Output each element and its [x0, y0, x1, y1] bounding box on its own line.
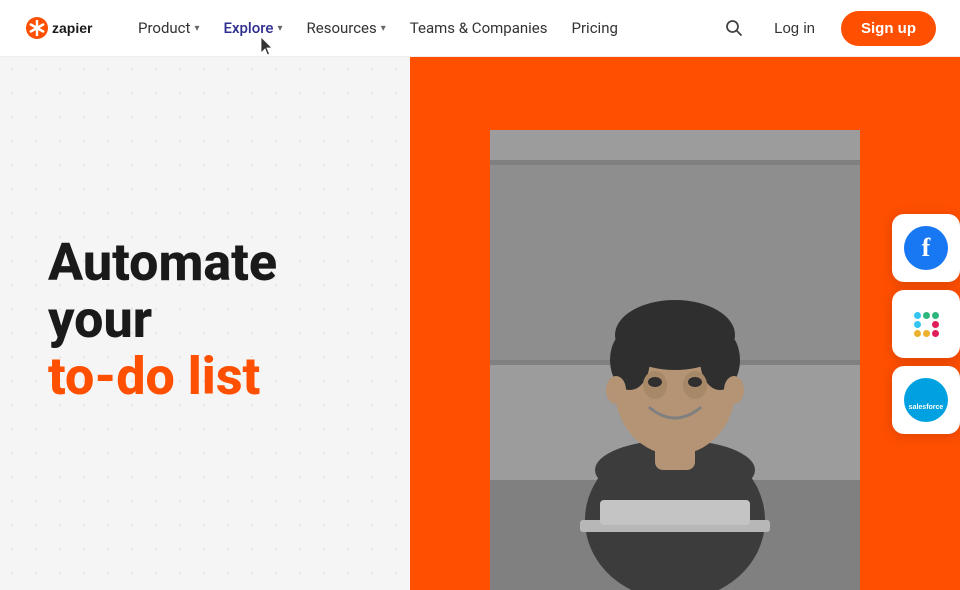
slack-icon — [904, 302, 948, 346]
login-button[interactable]: Log in — [764, 14, 825, 43]
hero-left: Automate your to-do list — [0, 57, 410, 590]
hero-section: Automate your to-do list — [0, 57, 960, 590]
hero-image — [490, 130, 860, 590]
nav-item-pricing[interactable]: Pricing — [562, 13, 628, 43]
app-icon-cards: f — [892, 214, 960, 434]
nav-links: Product ▾ Explore ▾ Resources ▾ Teams & … — [128, 13, 720, 43]
hero-headline-line1: Automate your — [48, 232, 277, 350]
hero-right: f — [410, 57, 960, 590]
person-photo-svg — [490, 130, 860, 590]
salesforce-icon-card: salesforce — [892, 366, 960, 434]
product-chevron-icon: ▾ — [194, 23, 199, 34]
search-icon — [724, 18, 744, 38]
facebook-icon-card: f — [892, 214, 960, 282]
nav-item-product[interactable]: Product ▾ — [128, 13, 209, 43]
cursor-icon — [260, 36, 276, 58]
svg-text:zapier: zapier — [52, 20, 93, 36]
svg-text:salesforce: salesforce — [909, 404, 944, 411]
explore-chevron-icon: ▾ — [277, 23, 282, 34]
logo[interactable]: zapier — [24, 14, 96, 42]
hero-headline: Automate your to-do list — [48, 234, 370, 406]
nav-item-teams[interactable]: Teams & Companies — [400, 13, 558, 43]
hero-headline-line2: to-do list — [48, 346, 260, 407]
nav-item-resources[interactable]: Resources ▾ — [297, 13, 396, 43]
nav-item-explore[interactable]: Explore ▾ — [213, 13, 292, 43]
facebook-icon: f — [904, 226, 948, 270]
resources-chevron-icon: ▾ — [381, 23, 386, 34]
salesforce-icon: salesforce — [904, 378, 948, 422]
search-button[interactable] — [720, 14, 748, 42]
logo-svg: zapier — [24, 14, 96, 42]
navbar: zapier Product ▾ Explore ▾ Resources ▾ T… — [0, 0, 960, 57]
slack-icon-card — [892, 290, 960, 358]
signup-button[interactable]: Sign up — [841, 11, 936, 46]
nav-right: Log in Sign up — [720, 11, 936, 46]
